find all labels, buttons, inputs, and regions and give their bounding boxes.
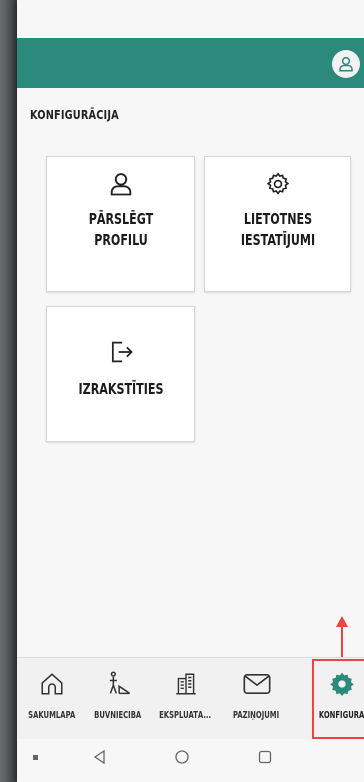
user-icon [339,56,353,72]
nav-item-operation[interactable]: EKSPLUATĀ... [151,658,220,740]
device-edge [0,0,17,782]
tile-label: LIETOTNES IESTATĪJUMI [240,210,315,249]
nav-label: BŪVNIECĪBA [93,710,142,721]
nav-label: EKSPLUATĀ... [159,710,212,721]
logout-icon [106,337,136,367]
tile-label: IZRAKSTĪTIES [78,380,163,398]
user-icon [106,169,136,199]
building-icon [170,668,202,700]
back-icon[interactable] [92,749,108,765]
nav-item-notifications[interactable]: PAZIŅOJUMI [222,658,291,740]
home-circle-icon[interactable] [174,749,190,765]
home-icon [36,668,68,700]
profile-button[interactable] [332,50,360,78]
nav-item-construction[interactable]: BŪVNIECĪBA [83,658,152,740]
nav-label: PAZIŅOJUMI [233,710,280,721]
menu-dot-icon[interactable] [33,755,38,760]
annotation-highlight [312,659,364,739]
status-bar [17,0,364,38]
construction-icon [102,668,134,700]
app-header [17,38,364,88]
envelope-icon [241,668,273,700]
phone-screen: KONFIGURĀCIJA PĀRSLĒGT PROFILU LIETOTNES… [17,0,364,782]
nav-label: SĀKUMLAPA [27,710,76,721]
annotation-arrow-icon [336,616,348,660]
system-navigation-bar [17,739,364,782]
app-settings-tile[interactable]: LIETOTNES IESTATĪJUMI [204,156,351,292]
logout-tile[interactable]: IZRAKSTĪTIES [46,306,195,442]
recent-apps-icon[interactable] [257,749,273,765]
page-title: KONFIGURĀCIJA [30,107,119,122]
tile-label: PĀRSLĒGT PROFILU [88,210,153,249]
gear-icon [263,169,293,199]
switch-profile-tile[interactable]: PĀRSLĒGT PROFILU [46,156,195,292]
nav-item-home[interactable]: SĀKUMLAPA [17,658,86,740]
